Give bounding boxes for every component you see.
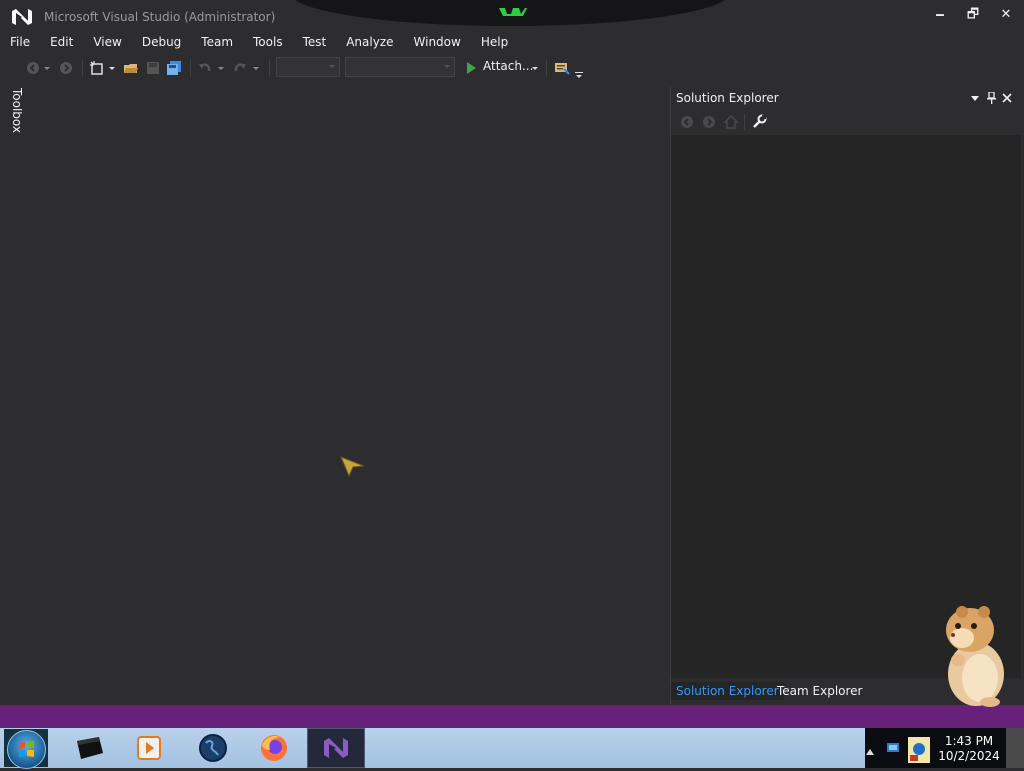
toolbar-separator xyxy=(546,59,547,77)
home-icon[interactable] xyxy=(723,114,739,130)
new-project-icon[interactable] xyxy=(87,58,107,78)
show-hidden-icons-icon[interactable] xyxy=(866,744,874,755)
solution-platform-dropdown[interactable] xyxy=(345,57,455,77)
menu-test[interactable]: Test xyxy=(293,32,337,52)
menu-team[interactable]: Team xyxy=(191,32,243,52)
hamster-mascot-icon xyxy=(946,606,1004,707)
new-project-caret-icon[interactable] xyxy=(108,58,116,78)
forward-icon[interactable] xyxy=(701,114,717,130)
toolbar-separator xyxy=(744,114,745,130)
start-button[interactable] xyxy=(4,729,48,769)
mouse-pointer-icon xyxy=(340,456,365,478)
toolbar-separator xyxy=(269,59,270,77)
back-icon[interactable] xyxy=(679,114,695,130)
menu-file[interactable]: File xyxy=(0,32,40,52)
restore-button[interactable]: 🗗 xyxy=(961,6,985,24)
show-desktop-button[interactable] xyxy=(1006,728,1024,768)
open-file-icon[interactable] xyxy=(121,58,141,78)
clock[interactable]: 1:43 PM 10/2/2024 xyxy=(926,734,1012,764)
toolbar-separator xyxy=(190,59,191,77)
title-decoration-glow xyxy=(499,8,527,16)
clock-time: 1:43 PM xyxy=(944,734,994,748)
properties-wrench-icon[interactable] xyxy=(751,114,767,130)
redo-caret-icon[interactable] xyxy=(252,58,260,78)
solution-explorer-title: Solution Explorer xyxy=(676,91,779,105)
tab-solution-explorer[interactable]: Solution Explorer xyxy=(671,682,784,700)
clock-date: 10/2/2024 xyxy=(938,749,1000,763)
window-title: Microsoft Visual Studio (Administrator) xyxy=(44,10,276,24)
back-icon[interactable] xyxy=(24,58,42,78)
toolbar-options-icon[interactable] xyxy=(574,65,584,85)
firefox-icon[interactable] xyxy=(245,728,303,768)
attach-button[interactable]: Attach... xyxy=(483,59,533,73)
back-dropdown-caret-icon[interactable] xyxy=(43,58,51,78)
taskbar: 1:43 PM 10/2/2024 xyxy=(0,728,1024,769)
start-debug-icon[interactable] xyxy=(463,58,479,78)
solution-explorer-toolbar xyxy=(671,109,1021,135)
window-position-dropdown-icon[interactable] xyxy=(968,90,982,106)
save-icon[interactable] xyxy=(143,58,163,78)
solution-configuration-dropdown[interactable] xyxy=(276,57,340,77)
close-window-button[interactable]: ✕ xyxy=(994,6,1018,24)
editor-area[interactable] xyxy=(22,84,664,704)
toolbar-separator xyxy=(82,59,83,77)
visual-studio-logo-icon xyxy=(12,9,32,25)
terminal-icon[interactable] xyxy=(60,728,118,768)
title-bar: Microsoft Visual Studio (Administrator) … xyxy=(0,0,1024,32)
media-player-icon[interactable] xyxy=(120,728,178,768)
globe-icon[interactable] xyxy=(184,728,242,768)
network-tray-icon[interactable] xyxy=(885,740,901,756)
solution-explorer-tree[interactable] xyxy=(671,135,1021,680)
menu-bar: File Edit View Debug Team Tools Test Ana… xyxy=(0,32,1024,52)
solution-explorer-header: Solution Explorer xyxy=(671,87,1021,109)
minimize-button[interactable]: 🗕 xyxy=(928,6,952,24)
menu-debug[interactable]: Debug xyxy=(132,32,191,52)
forward-icon[interactable] xyxy=(57,58,75,78)
find-in-files-icon[interactable] xyxy=(552,58,572,78)
tab-team-explorer[interactable]: Team Explorer xyxy=(772,682,868,700)
save-all-icon[interactable] xyxy=(164,58,184,78)
windows-logo-icon xyxy=(7,730,46,769)
menu-tools[interactable]: Tools xyxy=(243,32,293,52)
undo-caret-icon[interactable] xyxy=(217,58,225,78)
menu-view[interactable]: View xyxy=(83,32,131,52)
undo-icon[interactable] xyxy=(196,58,214,78)
menu-analyze[interactable]: Analyze xyxy=(336,32,403,52)
attach-caret-icon[interactable] xyxy=(531,58,539,78)
menu-edit[interactable]: Edit xyxy=(40,32,83,52)
redo-icon[interactable] xyxy=(231,58,249,78)
menu-window[interactable]: Window xyxy=(404,32,471,52)
pin-icon[interactable] xyxy=(984,90,998,106)
menu-help[interactable]: Help xyxy=(471,32,518,52)
visual-studio-icon[interactable] xyxy=(307,728,365,768)
standard-toolbar: Attach... xyxy=(0,55,1024,81)
close-panel-icon[interactable] xyxy=(1000,90,1014,106)
status-bar xyxy=(0,705,1024,728)
